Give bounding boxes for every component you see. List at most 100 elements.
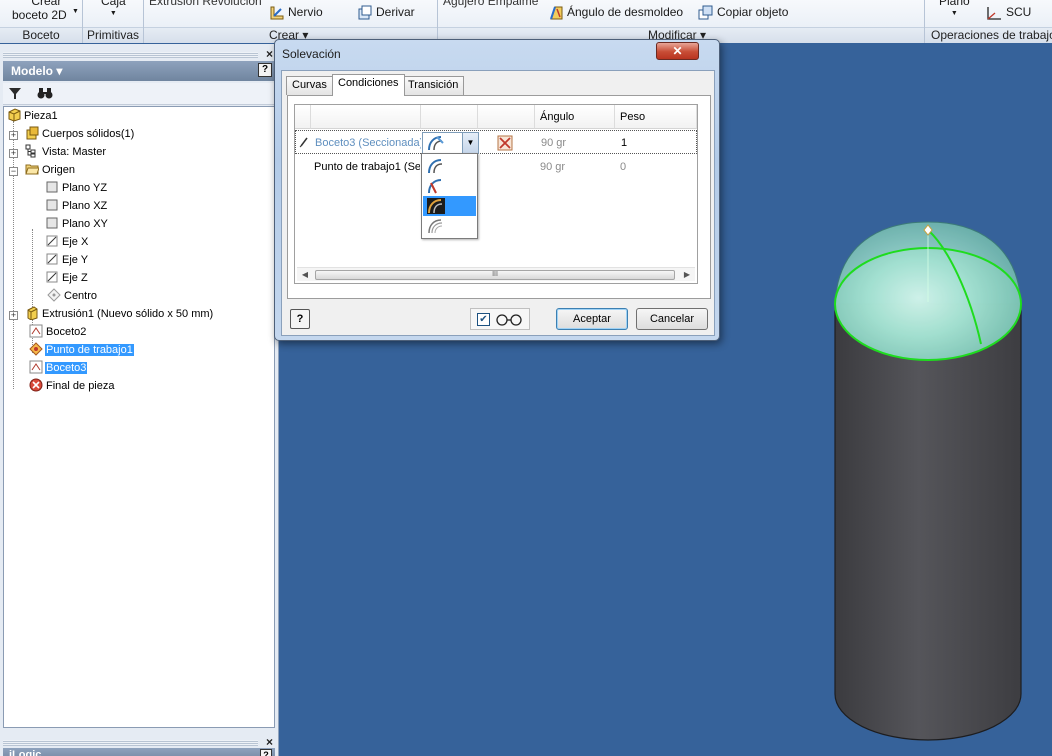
- scroll-left-icon[interactable]: ◀: [299, 269, 311, 281]
- derive-button[interactable]: Derivar: [357, 5, 415, 21]
- panel-grip[interactable]: [3, 52, 258, 58]
- scrollbar-thumb[interactable]: III: [315, 270, 675, 280]
- plane-button[interactable]: Plano ▼: [939, 0, 970, 21]
- model-browser-panel: × Modelo ▾ ? Pieza1 + Cuerpos sólidos(1)…: [0, 44, 279, 756]
- row-angle[interactable]: 90 gr: [540, 155, 565, 179]
- tree-item-view-master[interactable]: Vista: Master: [25, 144, 107, 160]
- end-of-part-icon: [29, 378, 43, 392]
- axis-icon: [46, 235, 58, 247]
- tree-item-origin[interactable]: Origen: [25, 162, 76, 178]
- create-sketch-button[interactable]: Crear boceto 2D ▼: [12, 0, 79, 22]
- expand-toggle[interactable]: +: [9, 149, 18, 158]
- dialog-title: Solevación: [282, 47, 341, 61]
- rib-icon: [270, 6, 284, 20]
- sketch-icon: [29, 324, 43, 338]
- tree-item-axis-z[interactable]: Eje Z: [45, 270, 89, 286]
- copy-object-button[interactable]: Copiar objeto: [698, 5, 788, 21]
- filter-icon[interactable]: [7, 86, 23, 102]
- ribbon: Crear boceto 2D ▼ Caja ▼ Extrusión Revol…: [0, 0, 1052, 43]
- row-angle[interactable]: 90 gr: [541, 131, 566, 155]
- tree-item-solid-bodies[interactable]: Cuerpos sólidos(1): [25, 126, 135, 142]
- tree-item-extrusion1[interactable]: Extrusión1 (Nuevo sólido x 50 mm): [25, 306, 214, 322]
- tree-item-label: Final de pieza: [46, 380, 115, 392]
- tree-item-plane-yz[interactable]: Plano YZ: [45, 180, 108, 196]
- dropdown-option-direction[interactable]: [423, 176, 476, 196]
- tangent-condition-icon: [428, 136, 444, 151]
- row-weight[interactable]: 1: [621, 131, 627, 155]
- ilogic-close-button[interactable]: ×: [266, 735, 273, 749]
- tree-item-end-of-part[interactable]: Final de pieza: [29, 378, 116, 394]
- dialog-close-button[interactable]: ✕: [656, 42, 699, 60]
- tree-item-label: Eje X: [62, 236, 89, 248]
- cancel-button[interactable]: Cancelar: [636, 308, 708, 330]
- panel-label-work-features: Operaciones de trabajo: [925, 27, 1052, 43]
- direction-condition-icon: [428, 179, 442, 194]
- grid-header-blank: [295, 105, 311, 129]
- rib-label: Nervio: [288, 5, 323, 20]
- box-button[interactable]: Caja ▼: [101, 0, 126, 21]
- axis-icon: [46, 271, 58, 283]
- work-point-icon: [29, 342, 43, 356]
- condition-type-combo[interactable]: ▼: [422, 132, 479, 154]
- row-weight[interactable]: 0: [620, 155, 626, 179]
- binoculars-icon[interactable]: [37, 86, 53, 102]
- smooth-condition-icon: [428, 219, 443, 234]
- help-icon[interactable]: ?: [260, 749, 272, 756]
- tree-item-plane-xz[interactable]: Plano XZ: [45, 198, 108, 214]
- chevron-down-icon[interactable]: ▼: [462, 133, 478, 153]
- model-browser-title[interactable]: Modelo ▾: [11, 64, 62, 78]
- tree-item-label: Centro: [64, 290, 98, 302]
- cylinder-body: [834, 303, 1022, 741]
- tree-item-work-point1[interactable]: Punto de trabajo1: [29, 342, 134, 358]
- model-browser-header: Modelo ▾ ?: [3, 61, 275, 81]
- table-row[interactable]: Punto de trabajo1 (Se 90 gr 0: [295, 155, 697, 179]
- browser-close-button[interactable]: ×: [266, 47, 273, 61]
- tree-item-part[interactable]: Pieza1: [7, 108, 59, 124]
- hole-fillet-buttons[interactable]: Agujero Empalme: [443, 0, 538, 8]
- panel-grip[interactable]: [3, 740, 258, 746]
- dropdown-option-smooth[interactable]: [423, 216, 476, 236]
- ilogic-title[interactable]: iLogic: [9, 749, 41, 756]
- draft-angle-button[interactable]: Ángulo de desmoldeo: [548, 5, 683, 21]
- center-point-icon: [47, 288, 61, 302]
- expand-toggle[interactable]: +: [9, 131, 18, 140]
- direction-condition-icon[interactable]: [496, 131, 516, 155]
- preview-checkbox[interactable]: ✔: [477, 313, 490, 326]
- grid-header-blank: [311, 105, 421, 129]
- axis-icon: [46, 253, 58, 265]
- tree-item-label: Vista: Master: [42, 146, 106, 158]
- solid-bodies-icon: [26, 126, 39, 140]
- tab-curves[interactable]: Curvas: [286, 76, 333, 95]
- view-icon: [25, 144, 36, 158]
- tree-item-label: Plano YZ: [62, 182, 108, 194]
- tree-item-sketch2[interactable]: Boceto2: [29, 324, 87, 340]
- dropdown-option-tangent[interactable]: [423, 196, 476, 216]
- plane-icon: [46, 217, 58, 229]
- ucs-button[interactable]: SCU: [985, 5, 1031, 21]
- tree-item-axis-y[interactable]: Eje Y: [45, 252, 89, 268]
- collapse-toggle[interactable]: −: [9, 167, 18, 176]
- scroll-right-icon[interactable]: ▶: [681, 269, 693, 281]
- rib-button[interactable]: Nervio: [269, 5, 323, 21]
- ok-button[interactable]: Aceptar: [556, 308, 628, 330]
- horizontal-scrollbar[interactable]: ◀ III ▶: [297, 267, 695, 281]
- tree-item-axis-x[interactable]: Eje X: [45, 234, 89, 250]
- tab-conditions[interactable]: Condiciones: [332, 74, 405, 96]
- plane-icon: [46, 181, 58, 193]
- help-button[interactable]: ?: [290, 309, 310, 329]
- grid-header-weight: Peso: [615, 105, 697, 129]
- extrusion-revolution-buttons[interactable]: Extrusión Revolución: [149, 0, 262, 8]
- loft-dialog: Solevación ✕ Curvas Condiciones Transici…: [274, 39, 720, 341]
- tree-item-label: Eje Z: [62, 272, 88, 284]
- preview-toggle[interactable]: ✔: [470, 308, 530, 330]
- tree-item-plane-xy[interactable]: Plano XY: [45, 216, 109, 232]
- expand-toggle[interactable]: +: [9, 311, 18, 320]
- dropdown-arrow-icon: ▼: [109, 10, 117, 17]
- dialog-body: Curvas Condiciones Transición Ángulo Pes…: [281, 70, 715, 336]
- tree-item-sketch3[interactable]: Boceto3: [29, 360, 88, 376]
- tree-item-center[interactable]: Centro: [47, 288, 98, 304]
- table-row[interactable]: Boceto3 (Seccionada) ▼ 90 gr 1: [295, 130, 697, 154]
- help-icon[interactable]: ?: [258, 63, 272, 77]
- tab-transition[interactable]: Transición: [402, 76, 465, 95]
- dropdown-option-free[interactable]: [423, 156, 476, 176]
